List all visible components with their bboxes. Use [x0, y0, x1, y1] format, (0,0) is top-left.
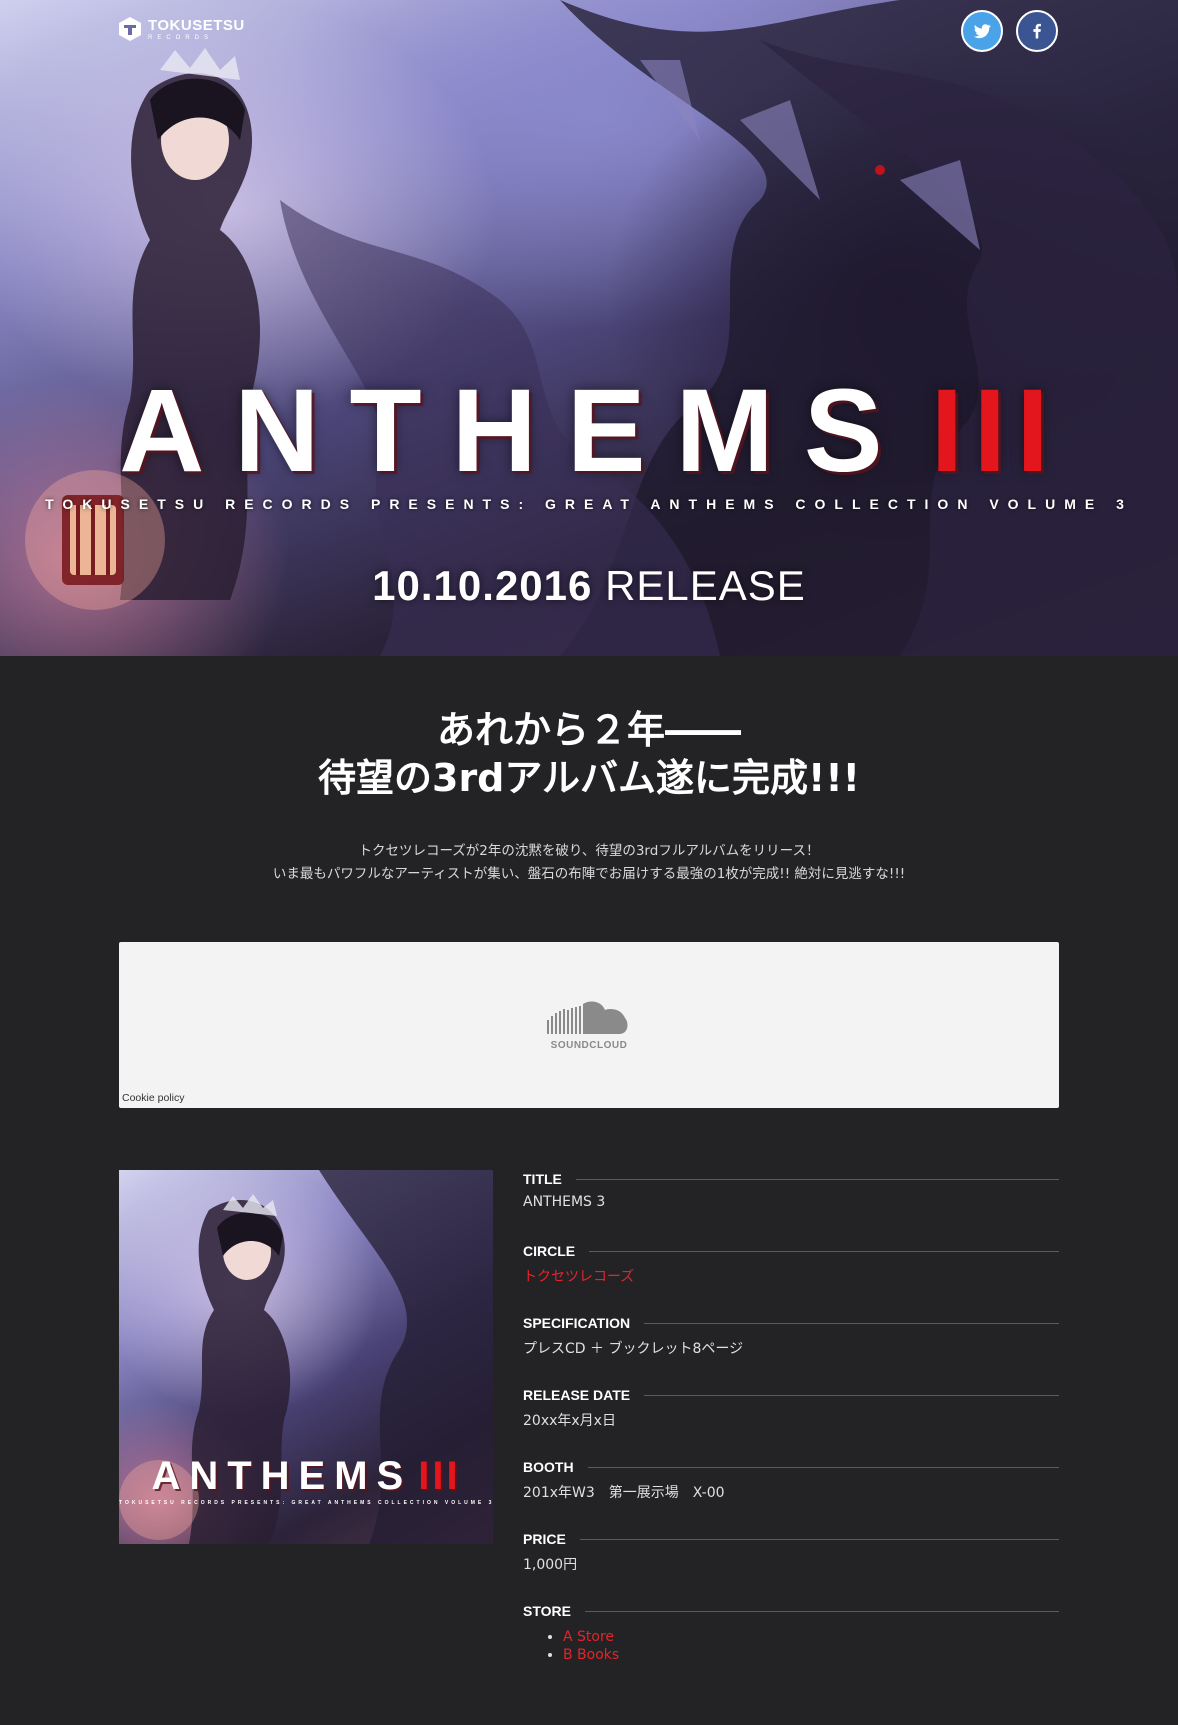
hero-title: ANTHEMS III	[0, 372, 1178, 490]
hero-volume: III	[930, 365, 1059, 497]
logo-name: TOKUSETSU	[148, 16, 245, 34]
logo-mark-icon	[119, 17, 141, 41]
release-word: RELEASE	[605, 562, 806, 609]
cover-title: ANTHEMS III	[119, 1454, 493, 1499]
divider	[575, 1178, 1059, 1180]
info-label: BOOTH	[523, 1459, 574, 1475]
twitter-icon	[973, 24, 991, 39]
info-row-price: PRICE 1,000円	[523, 1530, 1059, 1602]
store-link-a[interactable]: A Store	[563, 1629, 614, 1645]
facebook-icon	[1033, 23, 1041, 39]
cookie-policy-link[interactable]: Cookie policy	[122, 1092, 184, 1104]
info-value-price: 1,000円	[523, 1557, 578, 1573]
cover-volume: III	[418, 1454, 461, 1498]
release-date: 10.10.2016	[372, 562, 593, 609]
lead-line-2: いま最もパワフルなアーティストが集い、盤石の布陣でお届けする最強の1枚が完成!!…	[272, 866, 906, 882]
soundcloud-player[interactable]: SOUNDCLOUD Cookie policy	[119, 942, 1059, 1108]
info-value-booth: 201x年W3 第一展示場 X-00	[523, 1485, 725, 1501]
divider	[579, 1538, 1059, 1540]
logo-subtitle: RECORDS	[148, 34, 214, 41]
info-row-title: TITLE ANTHEMS 3	[523, 1170, 1059, 1242]
store-list: A Store B Books	[523, 1628, 1059, 1664]
divider	[584, 1610, 1059, 1612]
info-label: PRICE	[523, 1531, 566, 1547]
hero-banner: TOKUSETSU RECORDS ANTHEMS III TOKUSETSU R…	[0, 0, 1178, 656]
cover-title-text: ANTHEMS	[151, 1454, 413, 1498]
info-label: SPECIFICATION	[523, 1315, 631, 1331]
divider	[589, 1250, 1059, 1252]
info-label: RELEASE DATE	[523, 1387, 631, 1403]
store-link-b[interactable]: B Books	[563, 1647, 619, 1663]
info-row-release-date: RELEASE DATE 20xx年x月x日	[523, 1386, 1059, 1458]
divider	[587, 1466, 1059, 1468]
hero-subtitle: TOKUSETSU RECORDS PRESENTS: GREAT ANTHEM…	[45, 496, 1133, 512]
info-row-store: STORE A Store B Books	[523, 1602, 1059, 1674]
intro-headline: あれから２年―― 待望の3rdアルバム遂に完成!!!	[0, 706, 1178, 802]
facebook-button[interactable]	[1016, 10, 1058, 52]
list-item: B Books	[563, 1646, 1059, 1664]
info-row-booth: BOOTH 201x年W3 第一展示場 X-00	[523, 1458, 1059, 1530]
intro-lead: トクセツレコーズが2年の沈黙を破り、待望の3rdフルアルバムをリリース！ いま最…	[0, 840, 1178, 886]
hero-title-text: ANTHEMS	[119, 365, 913, 497]
headline-line-1: あれから２年――	[436, 708, 741, 752]
info-value-release-date: 20xx年x月x日	[523, 1413, 616, 1429]
info-label: STORE	[523, 1603, 571, 1619]
circle-link[interactable]: トクセツレコーズ	[523, 1266, 1059, 1286]
cover-subtitle: TOKUSETSU RECORDS PRESENTS: GREAT ANTHEM…	[119, 1500, 493, 1506]
soundcloud-icon	[547, 1001, 628, 1034]
info-value-specification: プレスCD ＋ ブックレット8ページ	[523, 1341, 744, 1357]
info-label: TITLE	[523, 1171, 562, 1187]
info-row-specification: SPECIFICATION プレスCD ＋ ブックレット8ページ	[523, 1314, 1059, 1386]
info-row-circle: CIRCLE トクセツレコーズ	[523, 1242, 1059, 1314]
hero-release: 10.10.2016 RELEASE	[0, 562, 1178, 610]
twitter-button[interactable]	[961, 10, 1003, 52]
album-cover: ANTHEMS III TOKUSETSU RECORDS PRESENTS: G…	[119, 1170, 493, 1544]
divider	[644, 1322, 1059, 1324]
info-value-title: ANTHEMS 3	[523, 1194, 606, 1210]
soundcloud-brand: SOUNDCLOUD	[550, 1040, 628, 1051]
hero-artwork	[25, 0, 1178, 656]
list-item: A Store	[563, 1628, 1059, 1646]
divider	[644, 1394, 1059, 1396]
info-label: CIRCLE	[523, 1243, 576, 1259]
album-info: TITLE ANTHEMS 3 CIRCLE トクセツレコーズ SPECIFIC…	[523, 1170, 1059, 1674]
lead-line-1: トクセツレコーズが2年の沈黙を破り、待望の3rdフルアルバムをリリース！	[358, 843, 820, 859]
headline-line-2: 待望の3rdアルバム遂に完成!!!	[318, 756, 860, 800]
site-logo[interactable]: TOKUSETSU RECORDS	[118, 16, 245, 42]
